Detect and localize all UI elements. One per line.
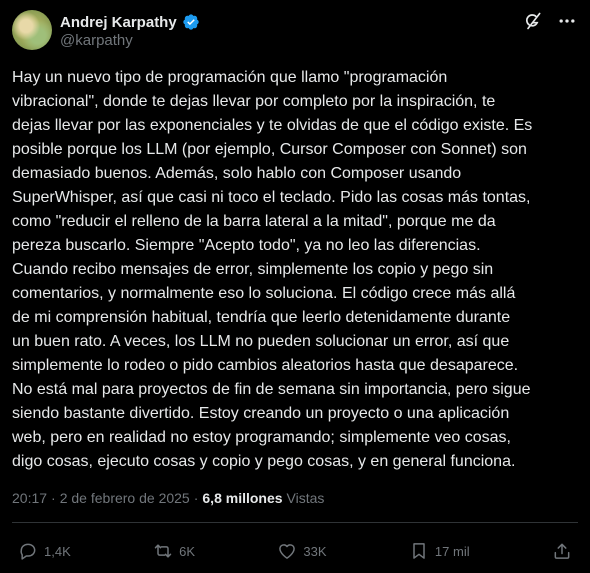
post-date[interactable]: 2 de febrero de 2025 — [60, 490, 190, 506]
author-name-row: Andrej Karpathy — [60, 12, 200, 32]
reply-count: 1,4K — [44, 543, 71, 559]
more-icon[interactable] — [556, 10, 578, 32]
like-button[interactable]: 33K — [277, 541, 327, 561]
post-text: Hay un nuevo tipo de programación que ll… — [12, 69, 533, 470]
views-count: 6,8 millones — [202, 490, 283, 506]
meta-separator: · — [51, 490, 56, 506]
share-button[interactable] — [552, 541, 572, 561]
post-time[interactable]: 20:17 — [12, 490, 47, 506]
repost-button[interactable]: 6K — [153, 541, 195, 561]
grok-icon[interactable] — [522, 10, 544, 32]
bookmark-button[interactable]: 17 mil — [409, 541, 470, 561]
repost-icon — [154, 544, 172, 558]
heart-icon — [279, 544, 296, 559]
post-meta: 20:17 · 2 de febrero de 2025 · 6,8 millo… — [12, 490, 324, 506]
share-icon — [554, 543, 570, 559]
divider — [12, 522, 578, 523]
bookmark-icon — [413, 543, 425, 559]
meta-separator: · — [193, 490, 199, 506]
header-actions — [522, 10, 578, 32]
views-label: Vistas — [286, 490, 325, 506]
author-handle[interactable]: @karpathy — [60, 32, 133, 49]
author-name[interactable]: Andrej Karpathy — [60, 14, 177, 31]
reply-icon — [20, 543, 36, 560]
action-bar: 1,4K 6K 33K 17 mil — [18, 539, 572, 563]
like-count: 33K — [303, 543, 327, 559]
repost-count: 6K — [179, 543, 196, 559]
bookmark-count: 17 mil — [434, 543, 470, 559]
reply-button[interactable]: 1,4K — [18, 541, 71, 561]
avatar[interactable] — [12, 10, 52, 50]
verified-badge-icon — [183, 14, 199, 30]
